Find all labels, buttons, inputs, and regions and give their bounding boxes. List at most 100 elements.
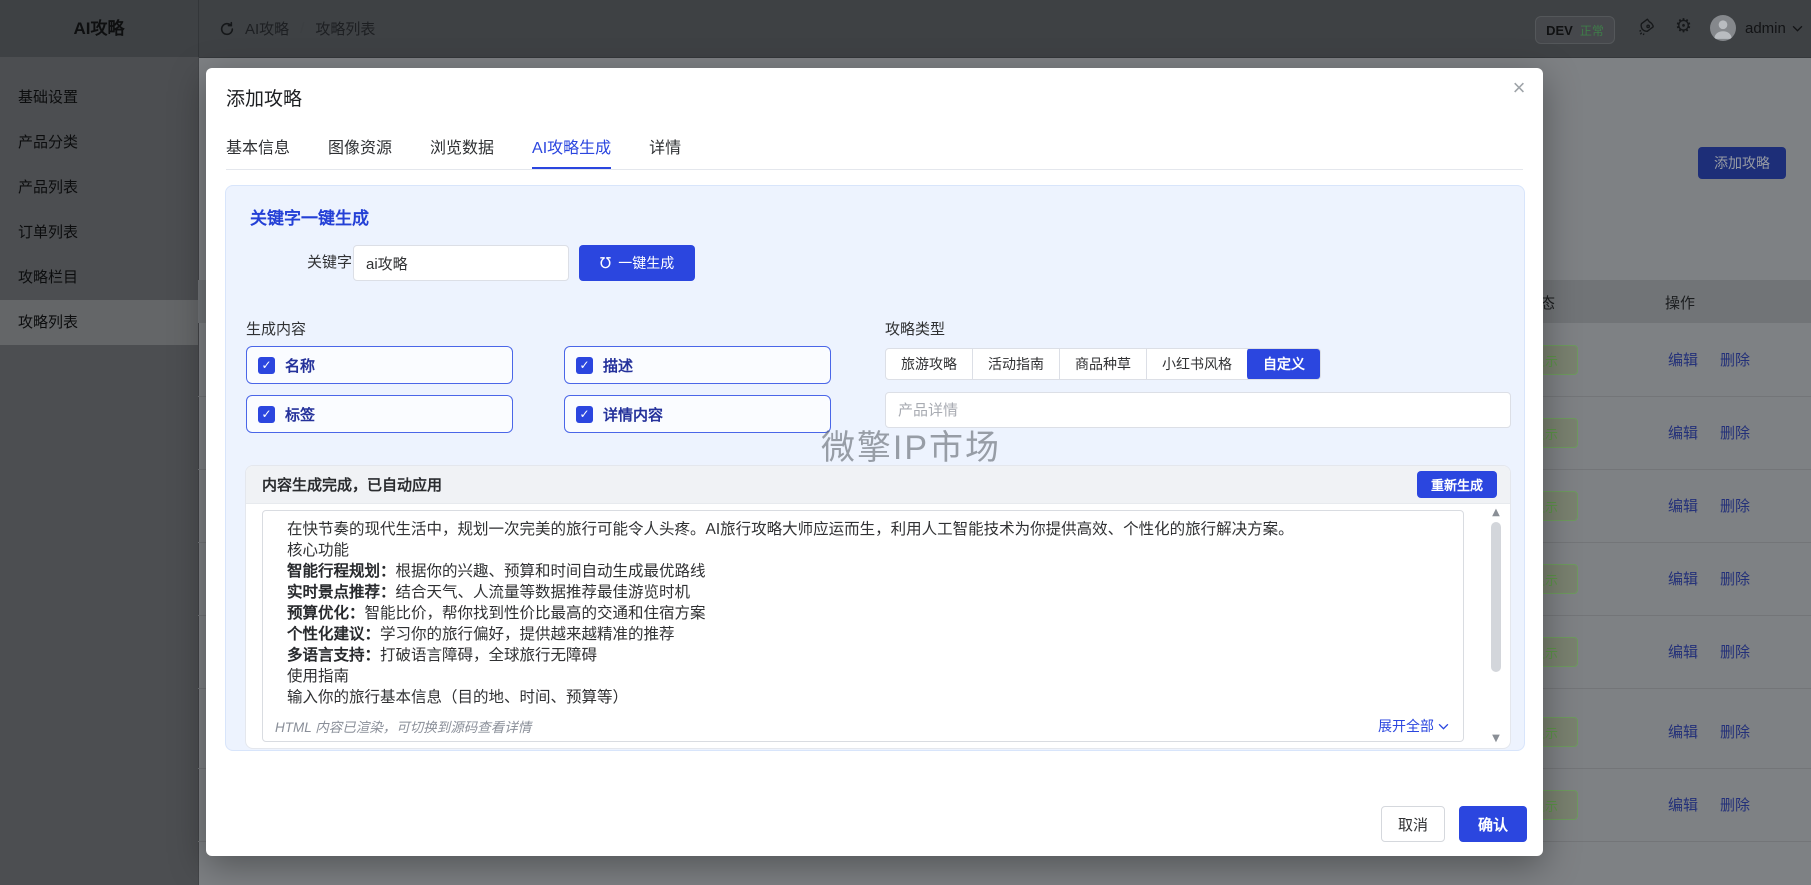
edit-link[interactable]: 编辑 — [1668, 349, 1698, 370]
edit-link[interactable]: 编辑 — [1668, 568, 1698, 589]
result-status-text: 内容生成完成，已自动应用 — [262, 474, 442, 495]
panel-title: 关键字一键生成 — [250, 204, 369, 229]
checkbox-name[interactable]: ✓ 名称 — [246, 346, 513, 384]
column-actions: 操作 — [1665, 292, 1695, 313]
guide-type-segmented: 旅游攻略 活动指南 商品种草 小红书风格 自定义 — [885, 348, 1321, 380]
add-guide-button-background[interactable]: 添加攻略 — [1698, 147, 1786, 179]
delete-link[interactable]: 删除 — [1720, 641, 1750, 662]
breadcrumb-separator: / — [298, 20, 306, 37]
gear-icon[interactable]: ⚙ — [1675, 15, 1692, 37]
generated-line: 在快节奏的现代生活中，规划一次完美的旅行可能令人头疼。AI旅行攻略大师应运而生，… — [287, 519, 1447, 540]
scroll-down-icon[interactable]: ▼ — [1488, 732, 1504, 746]
delete-link[interactable]: 删除 — [1720, 794, 1750, 815]
cancel-button[interactable]: 取消 — [1381, 806, 1445, 842]
env-badge: DEV 正常 — [1535, 16, 1615, 44]
refresh-icon[interactable] — [218, 20, 236, 38]
top-bar: AI攻略 AI攻略 / 攻略列表 DEV 正常 — [0, 0, 1811, 58]
checkbox-label: 标签 — [285, 404, 315, 425]
delete-link[interactable]: 删除 — [1720, 349, 1750, 370]
generated-line: 输入你的旅行基本信息（目的地、时间、预算等） — [287, 687, 1447, 708]
checkbox-detail-content[interactable]: ✓ 详情内容 — [564, 395, 831, 433]
html-rendered-note: HTML 内容已渲染，可切换到源码查看详情 — [275, 716, 531, 736]
generate-content-options: ✓ 名称 ✓ 描述 ✓ 标签 ✓ 详情内容 — [246, 346, 831, 433]
generated-content-box: 在快节奏的现代生活中，规划一次完美的旅行可能令人头疼。AI旅行攻略大师应运而生，… — [262, 510, 1464, 742]
checkbox-label: 名称 — [285, 355, 315, 376]
breadcrumb: AI攻略 / 攻略列表 — [218, 0, 375, 57]
sidebar: 基础设置 产品分类 产品列表 订单列表 攻略栏目 攻略列表 — [0, 57, 199, 885]
sidebar-item-order-list[interactable]: 订单列表 — [0, 210, 198, 255]
topbar-divider — [198, 0, 199, 57]
expand-all-link[interactable]: 展开全部 — [1378, 716, 1449, 736]
user-menu[interactable]: admin — [1745, 0, 1803, 57]
close-icon[interactable]: × — [1501, 70, 1537, 106]
checkbox-checked-icon: ✓ — [258, 406, 275, 423]
delete-link[interactable]: 删除 — [1720, 721, 1750, 742]
regenerate-button[interactable]: 重新生成 — [1417, 471, 1497, 498]
dialog-tabs: 基本信息 图像资源 浏览数据 AI攻略生成 详情 — [226, 132, 1523, 170]
magic-icon: ℧ — [600, 254, 611, 272]
delete-link[interactable]: 删除 — [1720, 568, 1750, 589]
one-click-generate-button[interactable]: ℧ 一键生成 — [579, 245, 695, 281]
edit-link[interactable]: 编辑 — [1668, 495, 1698, 516]
generated-line: 多语言支持：打破语言障碍，全球旅行无障碍 — [287, 645, 1447, 666]
guide-type-heading: 攻略类型 — [885, 318, 945, 339]
type-option-travel[interactable]: 旅游攻略 — [886, 349, 973, 379]
dialog-footer: 取消 确认 — [1381, 806, 1527, 842]
generated-line: 智能行程规划：根据你的兴趣、预算和时间自动生成最优路线 — [287, 561, 1447, 582]
type-option-custom[interactable]: 自定义 — [1247, 348, 1321, 380]
chevron-down-icon — [1792, 25, 1803, 32]
tab-ai-generate[interactable]: AI攻略生成 — [532, 132, 611, 169]
edit-link[interactable]: 编辑 — [1668, 721, 1698, 742]
generation-result-panel: 内容生成完成，已自动应用 重新生成 在快节奏的现代生活中，规划一次完美的旅行可能… — [245, 465, 1511, 749]
tab-image-assets[interactable]: 图像资源 — [328, 132, 392, 169]
app-root: AI攻略 AI攻略 / 攻略列表 DEV 正常 — [0, 0, 1811, 885]
avatar[interactable] — [1710, 15, 1736, 41]
confirm-button[interactable]: 确认 — [1459, 806, 1527, 842]
keyword-generate-panel: 关键字一键生成 关键字 ℧ 一键生成 生成内容 ✓ 名称 ✓ 描述 ✓ — [225, 185, 1525, 751]
tab-browse-data[interactable]: 浏览数据 — [430, 132, 494, 169]
breadcrumb-item-parent[interactable]: AI攻略 — [245, 18, 289, 39]
generated-line: 核心功能 — [287, 540, 1447, 561]
sidebar-item-product-list[interactable]: 产品列表 — [0, 165, 198, 210]
checkbox-checked-icon: ✓ — [576, 406, 593, 423]
sidebar-item-basic-settings[interactable]: 基础设置 — [0, 75, 198, 120]
checkbox-label: 详情内容 — [603, 404, 663, 425]
generated-line: 预算优化：智能比价，帮你找到性价比最高的交通和住宿方案 — [287, 603, 1447, 624]
tab-basic-info[interactable]: 基本信息 — [226, 132, 290, 169]
breadcrumb-item-current: 攻略列表 — [315, 18, 375, 39]
tab-detail[interactable]: 详情 — [649, 132, 681, 169]
app-logo: AI攻略 — [0, 0, 198, 57]
sidebar-item-product-category[interactable]: 产品分类 — [0, 120, 198, 165]
add-guide-dialog: 添加攻略 × 基本信息 图像资源 浏览数据 AI攻略生成 详情 关键字一键生成 … — [206, 68, 1543, 856]
env-status: 正常 — [1580, 22, 1604, 39]
edit-link[interactable]: 编辑 — [1668, 794, 1698, 815]
checkbox-checked-icon: ✓ — [576, 357, 593, 374]
checkbox-description[interactable]: ✓ 描述 — [564, 346, 831, 384]
scrollbar-thumb[interactable] — [1491, 522, 1501, 672]
type-option-product-seeding[interactable]: 商品种草 — [1060, 349, 1147, 379]
scrollbar[interactable]: ▲ ▼ — [1488, 506, 1504, 746]
edit-link[interactable]: 编辑 — [1668, 641, 1698, 662]
generated-line: 实时景点推荐：结合天气、人流量等数据推荐最佳游览时机 — [287, 582, 1447, 603]
generated-content: 在快节奏的现代生活中，规划一次完美的旅行可能令人头疼。AI旅行攻略大师应运而生，… — [287, 519, 1447, 708]
one-click-generate-label: 一键生成 — [618, 253, 674, 273]
product-detail-input[interactable] — [885, 392, 1511, 428]
checkbox-label: 描述 — [603, 355, 633, 376]
sidebar-item-guide-columns[interactable]: 攻略栏目 — [0, 255, 198, 300]
result-header: 内容生成完成，已自动应用 重新生成 — [246, 466, 1510, 504]
delete-link[interactable]: 删除 — [1720, 422, 1750, 443]
sidebar-item-guide-list[interactable]: 攻略列表 — [0, 300, 198, 345]
type-option-activity[interactable]: 活动指南 — [973, 349, 1060, 379]
keyword-label: 关键字 — [290, 245, 352, 281]
edit-link[interactable]: 编辑 — [1668, 422, 1698, 443]
type-option-xiaohongshu[interactable]: 小红书风格 — [1147, 349, 1248, 379]
checkbox-checked-icon: ✓ — [258, 357, 275, 374]
username: admin — [1745, 20, 1786, 37]
keyword-input[interactable] — [353, 245, 569, 281]
scroll-up-icon[interactable]: ▲ — [1488, 506, 1504, 520]
delete-link[interactable]: 删除 — [1720, 495, 1750, 516]
chevron-down-icon — [1438, 723, 1449, 730]
rocket-icon[interactable] — [1638, 18, 1656, 36]
checkbox-tags[interactable]: ✓ 标签 — [246, 395, 513, 433]
env-name: DEV — [1546, 23, 1573, 38]
